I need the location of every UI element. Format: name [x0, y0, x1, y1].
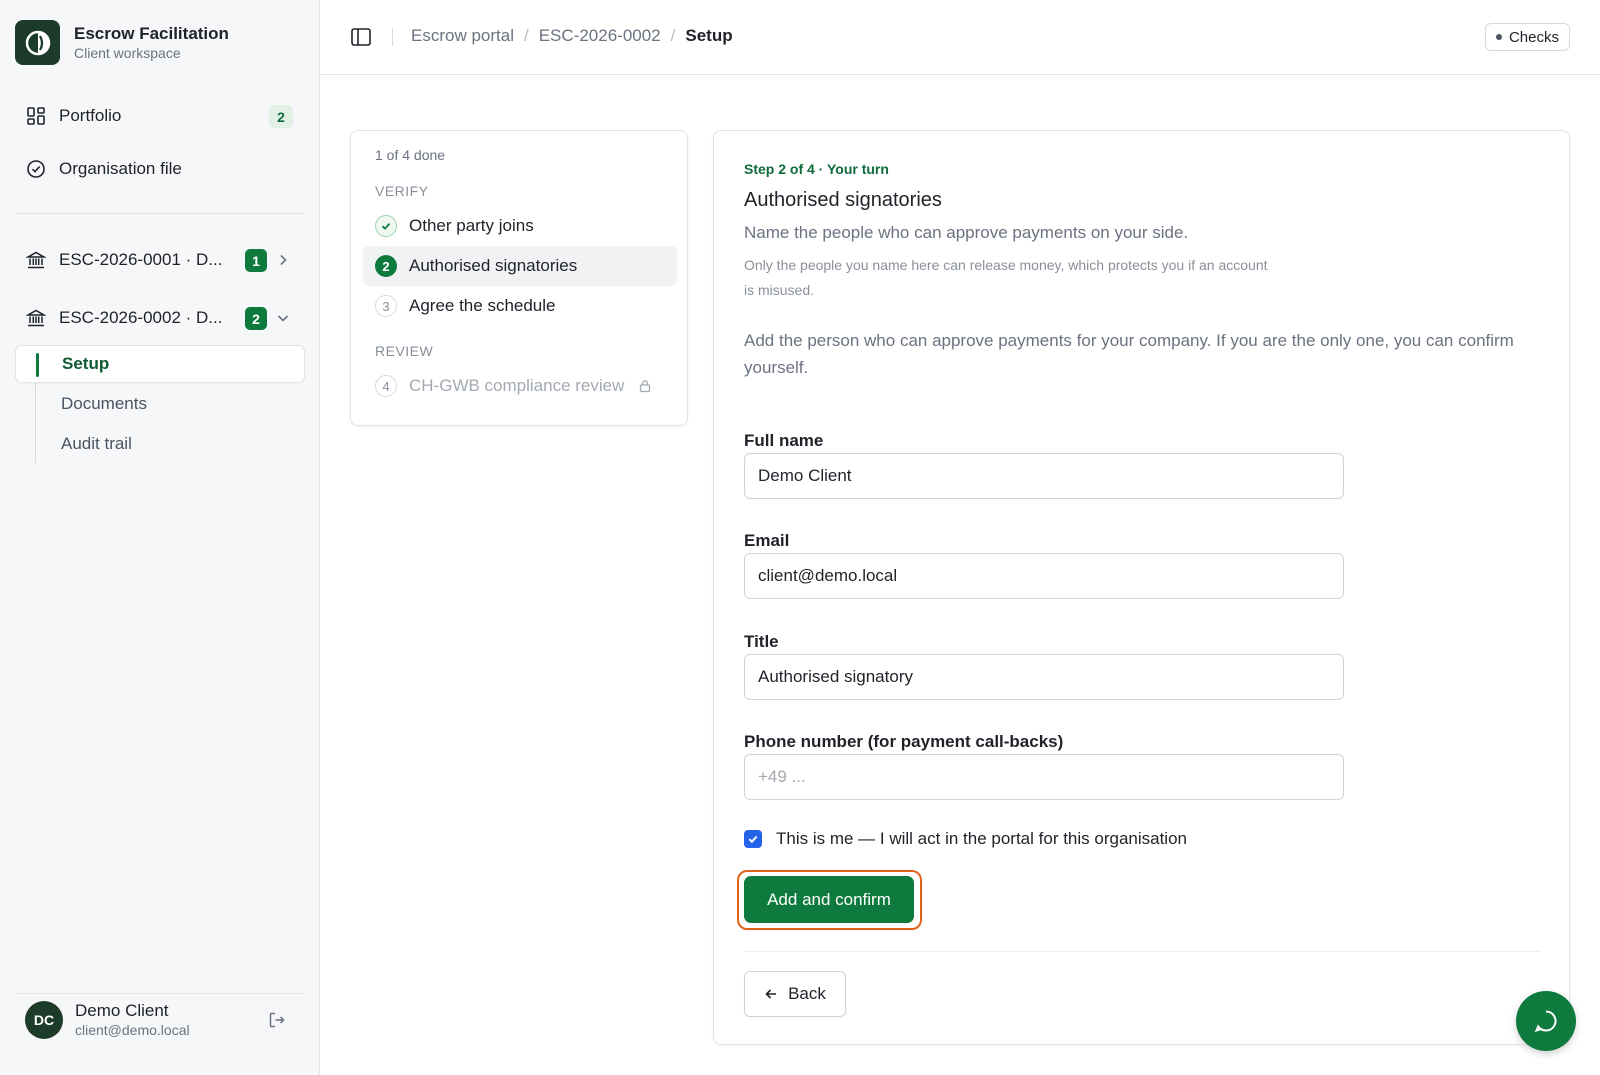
header-separator	[392, 28, 393, 46]
breadcrumb-case[interactable]: ESC-2026-0002	[539, 26, 661, 46]
email-label: Email	[744, 531, 790, 550]
chevron-right-icon[interactable]	[275, 252, 291, 268]
sidebar-item-portfolio[interactable]: Portfolio 2	[15, 96, 305, 136]
focus-ring: Add and confirm	[737, 870, 922, 930]
sub-nav-item-audit-trail[interactable]: Audit trail	[35, 425, 305, 463]
phone-label: Phone number (for payment call-backs)	[744, 732, 1064, 751]
top-bar: Escrow portal / ESC-2026-0002 / Setup Ch…	[320, 0, 1600, 75]
phone-field[interactable]	[744, 754, 1344, 800]
step-description: Name the people who can approve payments…	[744, 223, 1189, 242]
logout-icon[interactable]	[267, 1010, 287, 1030]
back-label: Back	[788, 984, 826, 1003]
case-count-badge: 1	[245, 249, 267, 272]
this-is-me-checkbox[interactable]	[744, 830, 762, 848]
step-label: Authorised signatories	[409, 256, 578, 275]
portfolio-count-badge: 2	[269, 105, 293, 128]
sub-nav-item-documents[interactable]: Documents	[35, 385, 305, 423]
breadcrumb-separator: /	[523, 26, 529, 45]
title-field[interactable]	[744, 654, 1344, 700]
steps-progress: 1 of 4 done	[375, 147, 446, 163]
breadcrumb-separator: /	[670, 26, 676, 45]
page-title: Authorised signatories	[744, 189, 942, 211]
sidebar-footer-divider	[15, 993, 305, 994]
app-subtitle: Client workspace	[74, 45, 181, 61]
sidebar-toggle-icon[interactable]	[350, 26, 372, 48]
step-agree-schedule[interactable]: 3 Agree the schedule	[363, 286, 677, 326]
sidebar: Escrow Facilitation Client workspace Por…	[0, 0, 320, 1075]
user-name: Demo Client	[75, 1001, 169, 1020]
avatar[interactable]: DC	[25, 1001, 63, 1039]
sidebar-item-case-0002[interactable]: ESC-2026-0002 · D... 2	[15, 298, 305, 338]
checks-label: Checks	[1508, 28, 1559, 46]
sidebar-item-label: Portfolio	[59, 106, 122, 125]
brand-logo-icon	[15, 20, 60, 65]
signatory-form-card: Step 2 of 4 · Your turn Authorised signa…	[713, 130, 1570, 1045]
breadcrumb-current: Setup	[685, 26, 733, 45]
check-icon	[375, 215, 397, 237]
sidebar-divider	[15, 213, 305, 214]
bank-icon	[25, 307, 47, 329]
user-block: DC Demo Client client@demo.local	[15, 995, 305, 1045]
form-divider	[744, 951, 1541, 952]
sidebar-item-label: ESC-2026-0001 · D...	[59, 250, 223, 269]
sub-nav-item-setup[interactable]: Setup	[15, 345, 305, 383]
checks-button[interactable]: Checks	[1484, 23, 1570, 51]
arrow-left-icon	[765, 989, 777, 999]
lock-icon	[640, 380, 651, 393]
case-count-badge: 2	[245, 307, 267, 330]
title-label: Title	[744, 632, 779, 651]
step-number: 2	[375, 255, 397, 277]
step-eyebrow: Step 2 of 4 · Your turn	[744, 161, 889, 177]
steps-group-verify: VERIFY	[375, 183, 429, 199]
sub-nav-label: Setup	[62, 354, 110, 373]
step-label: Agree the schedule	[409, 296, 556, 315]
full-name-label: Full name	[744, 431, 824, 450]
breadcrumb-escrow-portal[interactable]: Escrow portal	[411, 26, 514, 46]
checkbox-label: This is me — I will act in the portal fo…	[776, 829, 1187, 848]
chevron-down-icon[interactable]	[275, 310, 291, 326]
sidebar-item-organisation-file[interactable]: Organisation file	[15, 149, 305, 189]
app-name: Escrow Facilitation	[74, 24, 229, 43]
full-name-field[interactable]	[744, 453, 1344, 499]
step-label: Other party joins	[409, 216, 534, 235]
step-intro: Add the person who can approve payments …	[744, 331, 1514, 377]
user-email: client@demo.local	[75, 1022, 190, 1038]
sub-nav-label: Audit trail	[61, 434, 132, 453]
sub-nav-label: Documents	[61, 394, 147, 413]
brand[interactable]: Escrow Facilitation Client workspace	[15, 20, 229, 65]
bank-icon	[25, 249, 47, 271]
email-field[interactable]	[744, 553, 1344, 599]
breadcrumb: Escrow portal / ESC-2026-0002 / Setup	[411, 26, 733, 46]
grid-icon	[25, 105, 47, 127]
step-authorised-signatories[interactable]: 2 Authorised signatories	[363, 246, 677, 286]
step-number: 4	[375, 375, 397, 397]
step-label: CH-GWB compliance review	[409, 376, 625, 395]
steps-card: 1 of 4 done VERIFY Other party joins 2 A…	[350, 130, 688, 426]
sidebar-item-label: ESC-2026-0002 · D...	[59, 308, 223, 327]
back-button[interactable]: Back	[744, 971, 846, 1017]
chat-bubble-icon[interactable]	[1516, 991, 1576, 1051]
step-number: 3	[375, 295, 397, 317]
status-dot-icon	[1495, 34, 1502, 40]
step-note: Only the people you name here can releas…	[744, 257, 1268, 298]
add-and-confirm-button[interactable]: Add and confirm	[744, 876, 914, 923]
step-compliance-review: 4 CH-GWB compliance review	[363, 366, 677, 406]
check-circle-icon	[25, 158, 47, 180]
this-is-me-checkbox-row[interactable]: This is me — I will act in the portal fo…	[744, 829, 1187, 849]
sidebar-item-case-0001[interactable]: ESC-2026-0001 · D... 1	[15, 240, 305, 280]
sidebar-item-label: Organisation file	[59, 159, 182, 178]
step-other-party-joins[interactable]: Other party joins	[363, 206, 677, 246]
steps-group-review: REVIEW	[375, 343, 434, 359]
